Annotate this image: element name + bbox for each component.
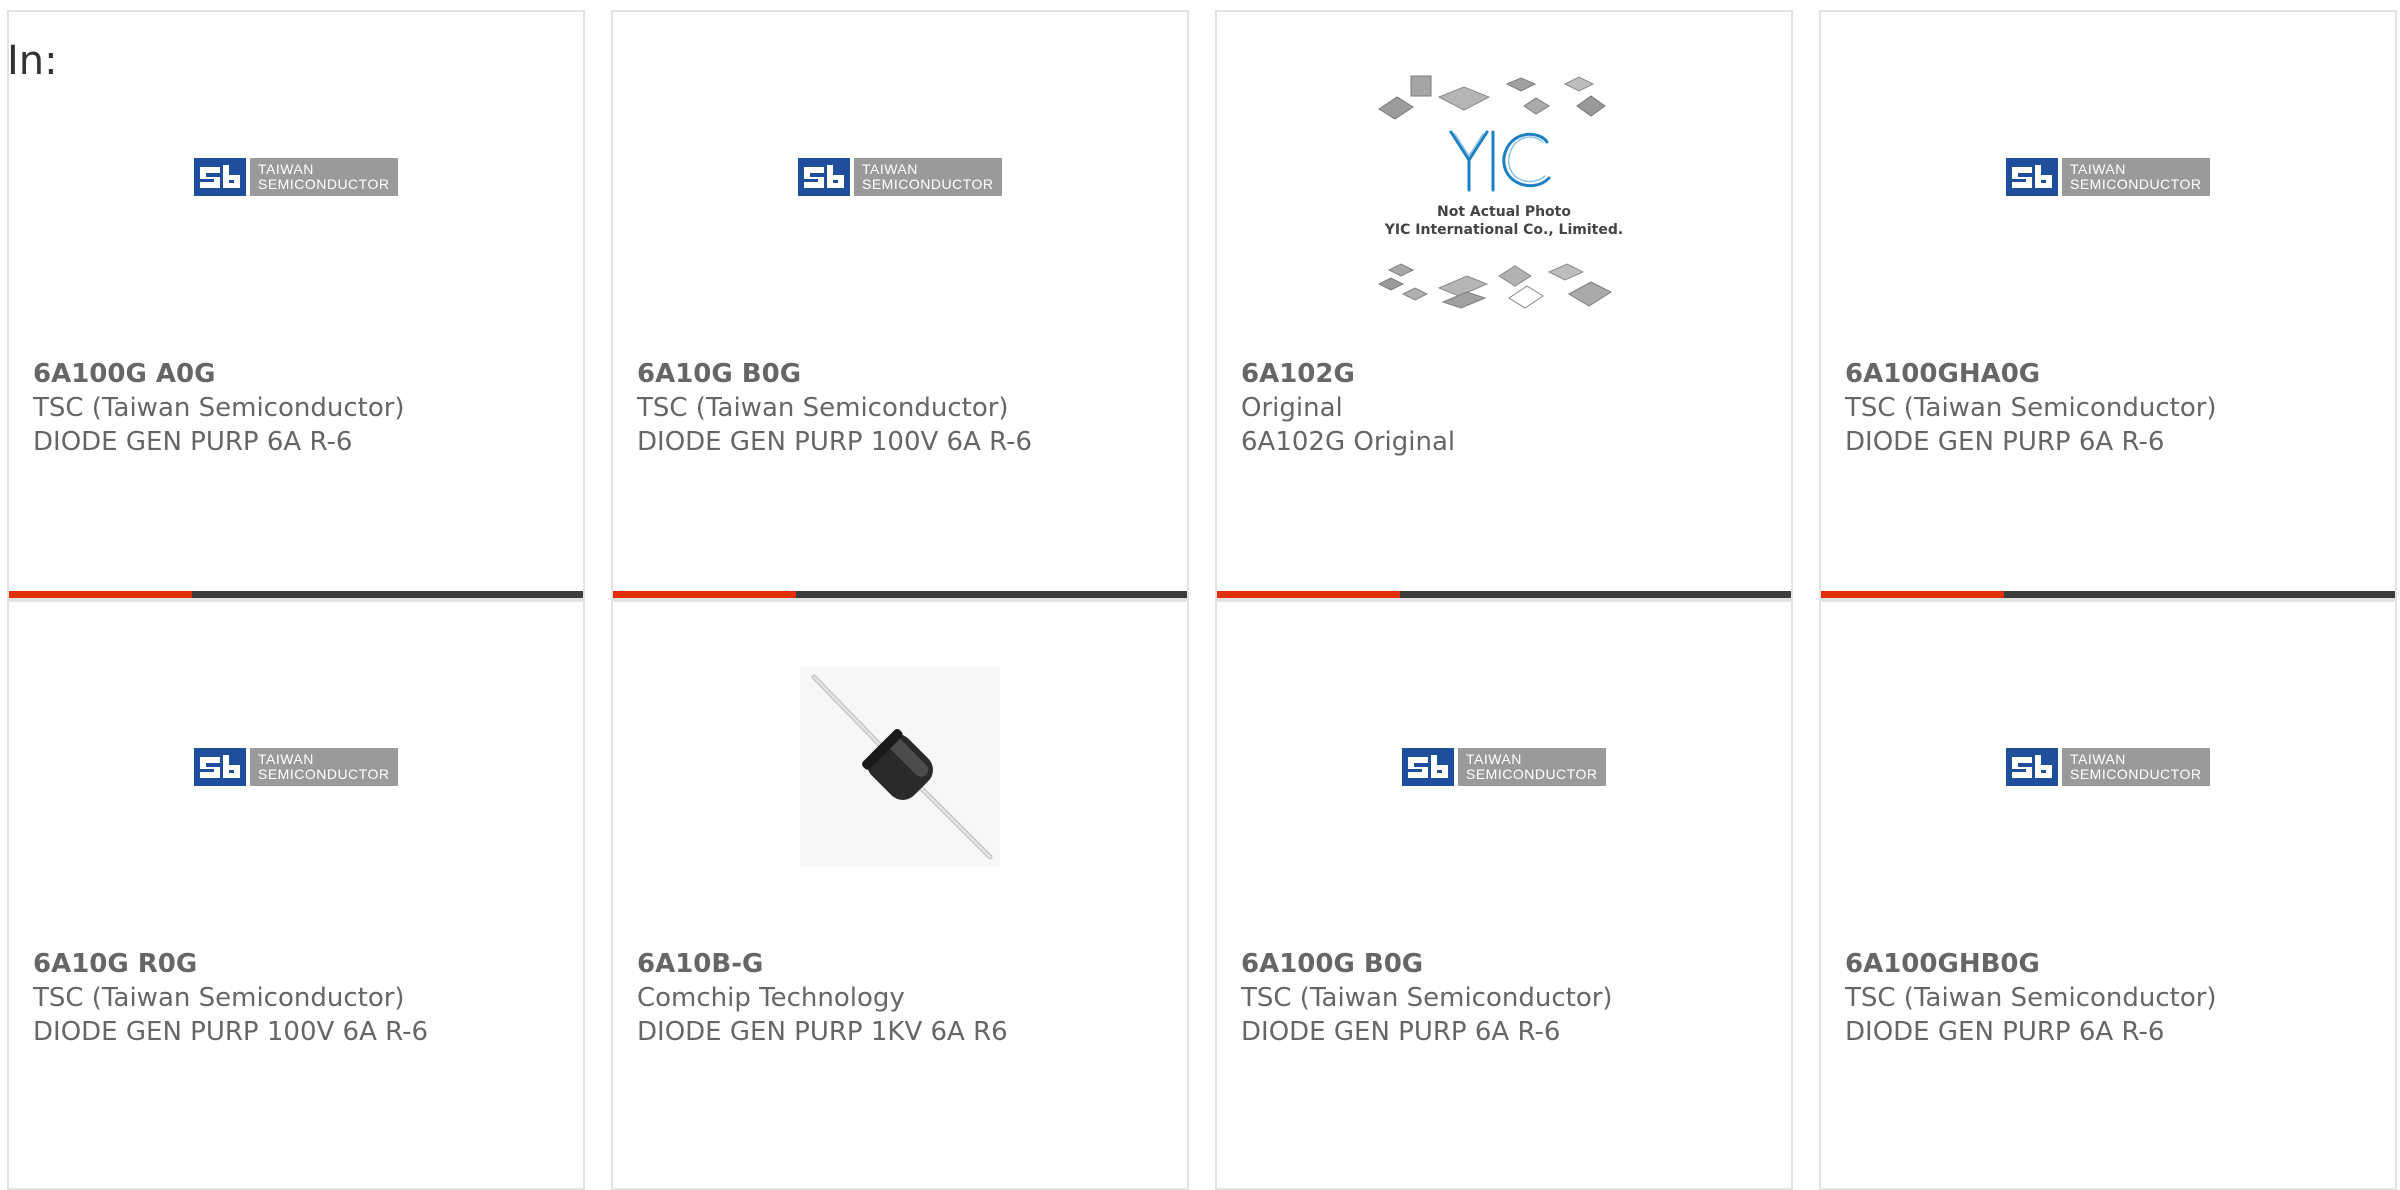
tsc-logo-text: TAIWAN SEMICONDUCTOR bbox=[854, 158, 1002, 196]
card-bottom-bar bbox=[1217, 591, 1791, 598]
manufacturer: TSC (Taiwan Semiconductor) bbox=[33, 393, 405, 423]
description: DIODE GEN PURP 6A R-6 bbox=[33, 427, 353, 457]
card-bottom-bar bbox=[9, 591, 583, 598]
tsc-logo-text: TAIWAN SEMICONDUCTOR bbox=[2062, 748, 2210, 786]
product-image[interactable] bbox=[613, 602, 1187, 942]
part-number[interactable]: 6A100G B0G bbox=[1241, 947, 1781, 981]
product-image[interactable]: TAIWAN SEMICONDUCTOR bbox=[9, 602, 583, 942]
manufacturer: TSC (Taiwan Semiconductor) bbox=[637, 393, 1009, 423]
card-bottom-bar bbox=[1821, 591, 2395, 598]
part-number[interactable]: 6A10B-G bbox=[637, 947, 1177, 981]
manufacturer: TSC (Taiwan Semiconductor) bbox=[1241, 983, 1613, 1013]
tsc-mark-icon bbox=[798, 158, 850, 196]
tsc-mark-icon bbox=[194, 158, 246, 196]
product-card[interactable]: Not Actual Photo YIC International Co., … bbox=[1215, 10, 1793, 600]
tsc-mark-icon bbox=[2006, 158, 2058, 196]
part-number[interactable]: 6A10G R0G bbox=[33, 947, 573, 981]
product-image[interactable]: Not Actual Photo YIC International Co., … bbox=[1217, 12, 1791, 352]
manufacturer: TSC (Taiwan Semiconductor) bbox=[1845, 983, 2217, 1013]
description: DIODE GEN PURP 6A R-6 bbox=[1241, 1017, 1561, 1047]
description: DIODE GEN PURP 100V 6A R-6 bbox=[33, 1017, 429, 1047]
part-number[interactable]: 6A10G B0G bbox=[637, 357, 1177, 391]
yic-caption-line2: YIC International Co., Limited. bbox=[1384, 222, 1624, 238]
axial-diode-photo bbox=[800, 667, 1000, 867]
product-card[interactable]: TAIWAN SEMICONDUCTOR 6A10G B0G TSC (Taiw… bbox=[611, 10, 1189, 600]
description: DIODE GEN PURP 1KV 6A R6 bbox=[637, 1017, 1008, 1047]
in-filter-label: In: bbox=[7, 38, 58, 84]
product-image[interactable]: TAIWAN SEMICONDUCTOR bbox=[1821, 12, 2395, 352]
part-number[interactable]: 6A100G A0G bbox=[33, 357, 573, 391]
product-image[interactable]: TAIWAN SEMICONDUCTOR bbox=[9, 12, 583, 352]
product-card[interactable]: TAIWAN SEMICONDUCTOR 6A100GHA0G TSC (Tai… bbox=[1819, 10, 2397, 600]
manufacturer: Original bbox=[1241, 393, 1343, 423]
description: DIODE GEN PURP 6A R-6 bbox=[1845, 1017, 2165, 1047]
description: 6A102G Original bbox=[1241, 427, 1456, 457]
tsc-logo: TAIWAN SEMICONDUCTOR bbox=[194, 748, 398, 786]
product-card[interactable]: 6A10B-G Comchip Technology DIODE GEN PUR… bbox=[611, 600, 1189, 1190]
product-image[interactable]: TAIWAN SEMICONDUCTOR bbox=[613, 12, 1187, 352]
product-card[interactable]: TAIWAN SEMICONDUCTOR 6A100G B0G TSC (Tai… bbox=[1215, 600, 1793, 1190]
tsc-logo: TAIWAN SEMICONDUCTOR bbox=[194, 158, 398, 196]
tsc-logo: TAIWAN SEMICONDUCTOR bbox=[2006, 158, 2210, 196]
tsc-mark-icon bbox=[1402, 748, 1454, 786]
tsc-logo: TAIWAN SEMICONDUCTOR bbox=[798, 158, 1002, 196]
manufacturer: TSC (Taiwan Semiconductor) bbox=[1845, 393, 2217, 423]
product-image[interactable]: TAIWAN SEMICONDUCTOR bbox=[1217, 602, 1791, 942]
yic-placeholder-image: Not Actual Photo YIC International Co., … bbox=[1369, 72, 1639, 312]
product-card[interactable]: TAIWAN SEMICONDUCTOR 6A100GHB0G TSC (Tai… bbox=[1819, 600, 2397, 1190]
tsc-logo-text: TAIWAN SEMICONDUCTOR bbox=[250, 748, 398, 786]
manufacturer: Comchip Technology bbox=[637, 983, 905, 1013]
card-bottom-bar bbox=[613, 591, 1187, 598]
tsc-logo-text: TAIWAN SEMICONDUCTOR bbox=[250, 158, 398, 196]
manufacturer: TSC (Taiwan Semiconductor) bbox=[33, 983, 405, 1013]
tsc-logo: TAIWAN SEMICONDUCTOR bbox=[2006, 748, 2210, 786]
part-number[interactable]: 6A102G bbox=[1241, 357, 1781, 391]
tsc-logo-text: TAIWAN SEMICONDUCTOR bbox=[1458, 748, 1606, 786]
part-number[interactable]: 6A100GHA0G bbox=[1845, 357, 2385, 391]
product-card[interactable]: TAIWAN SEMICONDUCTOR 6A100G A0G TSC (Tai… bbox=[7, 10, 585, 600]
tsc-logo: TAIWAN SEMICONDUCTOR bbox=[1402, 748, 1606, 786]
product-grid: TAIWAN SEMICONDUCTOR 6A100G A0G TSC (Tai… bbox=[0, 0, 2400, 1190]
yic-caption-line1: Not Actual Photo bbox=[1437, 204, 1571, 220]
product-image[interactable]: TAIWAN SEMICONDUCTOR bbox=[1821, 602, 2395, 942]
tsc-logo-text: TAIWAN SEMICONDUCTOR bbox=[2062, 158, 2210, 196]
tsc-mark-icon bbox=[194, 748, 246, 786]
chip-package-icons bbox=[1377, 75, 1613, 309]
description: DIODE GEN PURP 100V 6A R-6 bbox=[637, 427, 1033, 457]
description: DIODE GEN PURP 6A R-6 bbox=[1845, 427, 2165, 457]
part-number[interactable]: 6A100GHB0G bbox=[1845, 947, 2385, 981]
tsc-mark-icon bbox=[2006, 748, 2058, 786]
product-card[interactable]: TAIWAN SEMICONDUCTOR 6A10G R0G TSC (Taiw… bbox=[7, 600, 585, 1190]
